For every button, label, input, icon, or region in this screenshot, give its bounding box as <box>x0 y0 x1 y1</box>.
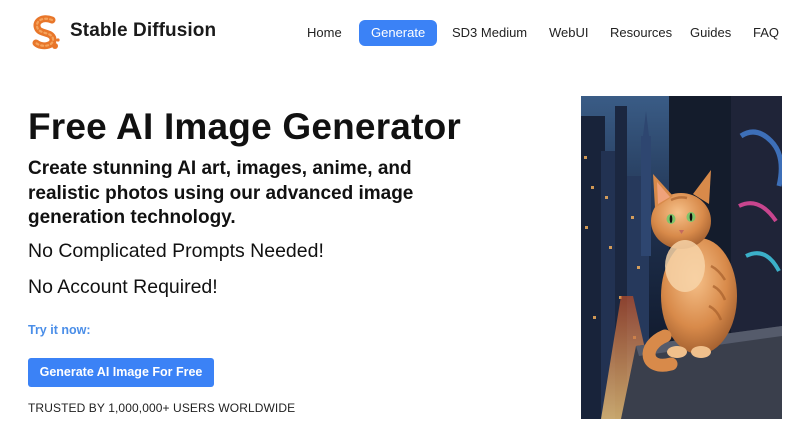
hero-feature-no-prompts: No Complicated Prompts Needed! <box>28 240 324 262</box>
nav-webui[interactable]: WebUI <box>549 20 589 46</box>
page-title: Free AI Image Generator <box>28 106 461 147</box>
nav-generate[interactable]: Generate <box>359 20 438 46</box>
nav-guides[interactable]: Guides <box>690 20 731 46</box>
trusted-by-text: TRUSTED BY 1,000,000+ USERS WORLDWIDE <box>28 401 296 415</box>
nav-home[interactable]: Home <box>307 20 342 46</box>
nav-sd3-medium[interactable]: SD3 Medium <box>452 20 527 46</box>
nav-faq[interactable]: FAQ <box>753 20 779 46</box>
cat-city-hero-image <box>581 96 782 419</box>
hero-feature-no-account: No Account Required! <box>28 276 218 298</box>
brand-name[interactable]: Stable Diffusion <box>70 20 216 42</box>
generate-free-button[interactable]: Generate AI Image For Free <box>28 358 214 387</box>
hero-subtitle: Create stunning AI art, images, anime, a… <box>28 158 414 228</box>
try-it-now-label: Try it now: <box>28 323 91 337</box>
stable-diffusion-logo-icon[interactable] <box>28 14 62 50</box>
nav-resources[interactable]: Resources <box>610 20 672 46</box>
site-header: Stable Diffusion Home Generate SD3 Mediu… <box>0 0 800 66</box>
